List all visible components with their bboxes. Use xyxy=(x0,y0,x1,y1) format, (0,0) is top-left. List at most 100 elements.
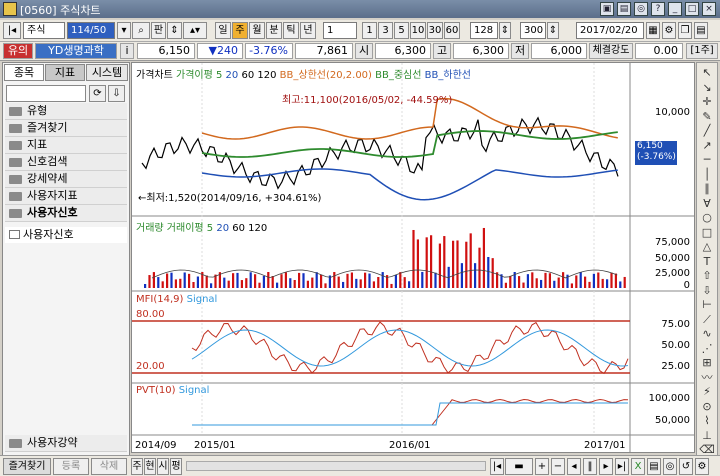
code-dropdown-icon[interactable]: ▾ xyxy=(117,22,131,39)
capture-icon[interactable]: ◎ xyxy=(663,458,677,475)
end-icon[interactable]: ▸| xyxy=(615,458,629,475)
download-icon[interactable]: ⇩ xyxy=(108,85,125,102)
mode-average[interactable]: 평 xyxy=(170,458,182,475)
crosshair-tool-icon[interactable]: ✛ xyxy=(699,95,715,109)
step-icon[interactable]: ▴▾ xyxy=(183,22,207,39)
play-icon[interactable]: ▸ xyxy=(599,458,613,475)
tab-stock[interactable]: 종목 xyxy=(4,64,44,81)
fan-tool-icon[interactable]: ⋰ xyxy=(699,342,715,356)
excel-icon[interactable]: X xyxy=(631,458,645,475)
tree-item-2[interactable]: 지표 xyxy=(5,137,127,154)
help-icon[interactable]: ? xyxy=(651,2,665,16)
view-count-stepper-icon[interactable]: ⇕ xyxy=(547,22,559,39)
channel-tool-icon[interactable]: ∥ xyxy=(699,182,715,196)
mode-market[interactable]: 시 xyxy=(157,458,169,475)
lock-icon[interactable]: ▣ xyxy=(600,2,614,16)
count-input[interactable]: 128 xyxy=(470,22,498,39)
market-select[interactable]: 주식 xyxy=(23,22,65,39)
ruler-tool-icon[interactable]: ⊢ xyxy=(699,298,715,312)
trend-tool-icon[interactable]: ⟋ xyxy=(699,313,715,327)
circle-tool-icon[interactable]: ○ xyxy=(699,211,715,225)
tab-indicator[interactable]: 지표 xyxy=(45,64,85,81)
num-60[interactable]: 60 xyxy=(444,22,460,39)
line-tool-icon[interactable]: ╱ xyxy=(699,124,715,138)
mode-button[interactable]: [1주] xyxy=(686,43,718,59)
rect-tool-icon[interactable]: □ xyxy=(699,226,715,240)
wave-tool-icon[interactable]: 〰 xyxy=(699,371,715,385)
num-30[interactable]: 30 xyxy=(427,22,443,39)
mode-current[interactable]: 현 xyxy=(144,458,156,475)
info-button[interactable]: i xyxy=(120,43,134,59)
interval-select[interactable]: 1 xyxy=(323,22,357,39)
period-minute[interactable]: 분 xyxy=(266,22,282,39)
tree-item-4[interactable]: 강세약세 xyxy=(5,171,127,188)
tab-favorites[interactable]: 즐겨찾기 xyxy=(3,458,51,475)
period-month[interactable]: 월 xyxy=(249,22,265,39)
reset-icon[interactable]: ↺ xyxy=(679,458,693,475)
chart-canvas[interactable] xyxy=(132,63,694,452)
triangle-tool-icon[interactable]: △ xyxy=(699,240,715,254)
prev-stock-icon[interactable]: |◂ xyxy=(3,22,21,39)
grid-icon[interactable]: ▤ xyxy=(694,22,708,39)
chart-area[interactable]: 가격차트 가격이평 5 20 60 120 BB_상한선(20,2.00) BB… xyxy=(131,62,695,453)
speed-tool-icon[interactable]: ⚡ xyxy=(699,385,715,399)
horizontal-scrollbar[interactable] xyxy=(186,461,486,471)
close-icon[interactable]: × xyxy=(702,2,716,16)
num-3[interactable]: 3 xyxy=(378,22,393,39)
cursor-tool-icon[interactable]: ↖ xyxy=(699,66,715,80)
num-10[interactable]: 10 xyxy=(410,22,426,39)
settings-icon[interactable]: ⚙ xyxy=(662,22,676,39)
arrow-down-tool-icon[interactable]: ⇩ xyxy=(699,284,715,298)
tab-delete[interactable]: 삭제 xyxy=(91,458,127,475)
num-5[interactable]: 5 xyxy=(394,22,409,39)
tree-item-5[interactable]: 사용자지표 xyxy=(5,188,127,205)
panel-button[interactable]: 판 xyxy=(151,22,166,39)
tree-item-1[interactable]: 즐겨찾기 xyxy=(5,120,127,137)
count-stepper-icon[interactable]: ⇕ xyxy=(499,22,511,39)
config-icon[interactable]: ⚙ xyxy=(695,458,709,475)
minimize-icon[interactable]: _ xyxy=(668,2,682,16)
pause-icon[interactable]: ‖ xyxy=(583,458,597,475)
calendar-icon[interactable]: ▦ xyxy=(646,22,660,39)
period-week[interactable]: 주 xyxy=(232,22,248,39)
copy-icon[interactable]: ❐ xyxy=(678,22,692,39)
zoom-in-icon[interactable]: + xyxy=(535,458,549,475)
text-tool-icon[interactable]: T xyxy=(699,255,715,269)
refresh-icon[interactable]: ⟳ xyxy=(89,85,106,102)
save-icon[interactable]: ▤ xyxy=(617,2,631,16)
camera-icon[interactable]: ◎ xyxy=(634,2,648,16)
play-back-icon[interactable]: ◂ xyxy=(567,458,581,475)
mode-week[interactable]: 주 xyxy=(131,458,143,475)
arrow-up-tool-icon[interactable]: ⇧ xyxy=(699,269,715,283)
maximize-icon[interactable]: □ xyxy=(685,2,699,16)
vline-tool-icon[interactable]: │ xyxy=(699,168,715,182)
date-input[interactable]: 2017/02/20 xyxy=(576,22,644,39)
cycle-tool-icon[interactable]: ∿ xyxy=(699,327,715,341)
code-input[interactable]: 114/50 xyxy=(67,22,115,39)
measure-tool-icon[interactable]: ⊥ xyxy=(699,429,715,443)
indicator-search-input[interactable] xyxy=(6,85,86,102)
print-icon[interactable]: ▤ xyxy=(647,458,661,475)
tab-system[interactable]: 시스템 xyxy=(86,64,128,81)
scroll-start-icon[interactable]: |◂ xyxy=(490,458,504,475)
scroll-range[interactable]: ▬ xyxy=(505,458,533,475)
pencil-tool-icon[interactable]: ✎ xyxy=(699,110,715,124)
fib-tool-icon[interactable]: Ɐ xyxy=(699,197,715,211)
period-day[interactable]: 일 xyxy=(215,22,231,39)
gann-tool-icon[interactable]: ⊞ xyxy=(699,356,715,370)
tree-item-6[interactable]: 사용자신호 xyxy=(5,205,127,222)
period-year[interactable]: 년 xyxy=(300,22,316,39)
ray-tool-icon[interactable]: ↗ xyxy=(699,139,715,153)
search-icon[interactable]: ⌕ xyxy=(132,22,150,39)
tab-register[interactable]: 등록 xyxy=(53,458,89,475)
zigzag-tool-icon[interactable]: ⌇ xyxy=(699,414,715,428)
tree-item-0[interactable]: 유형 xyxy=(5,103,127,120)
view-count-input[interactable]: 300 xyxy=(520,22,546,39)
period-tick[interactable]: 틱 xyxy=(283,22,299,39)
tree-item-user-strength[interactable]: 사용자강약 xyxy=(5,435,127,452)
arrow-tool-icon[interactable]: ↘ xyxy=(699,81,715,95)
tree-item-3[interactable]: 신호검색 xyxy=(5,154,127,171)
compare-icon[interactable]: ⇕ xyxy=(167,22,182,39)
magnet-tool-icon[interactable]: ⊙ xyxy=(699,400,715,414)
hline-tool-icon[interactable]: ─ xyxy=(699,153,715,167)
